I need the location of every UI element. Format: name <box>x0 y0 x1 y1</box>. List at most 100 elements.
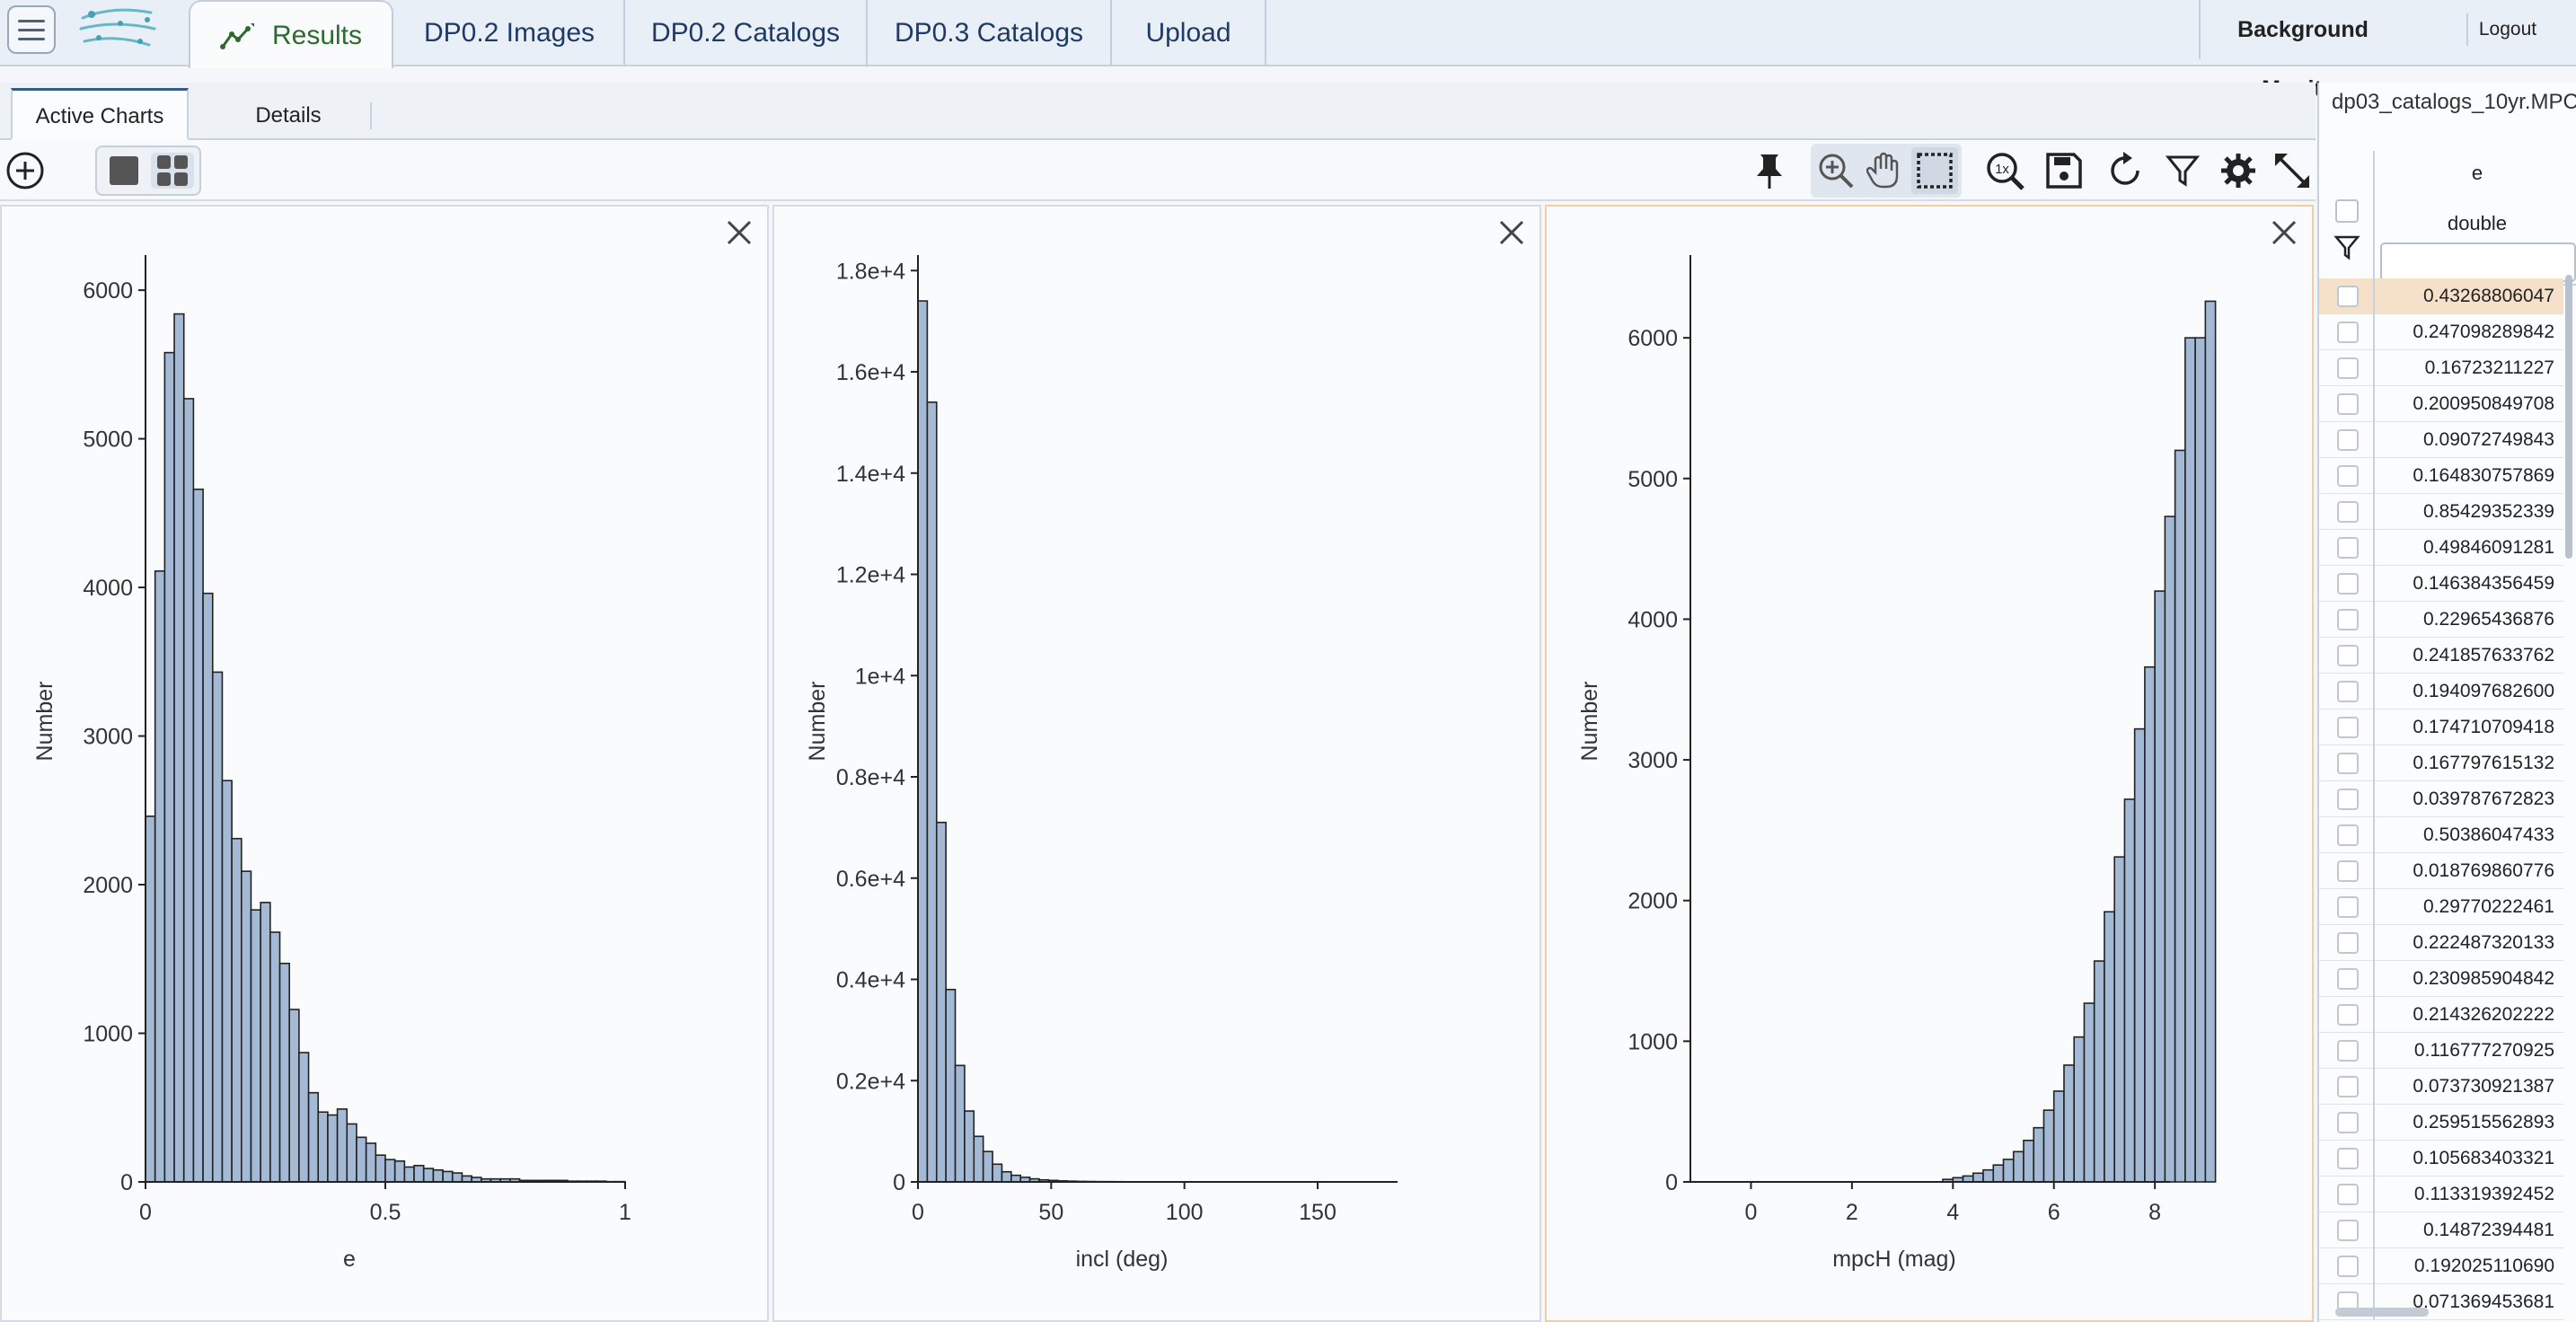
histogram-bar[interactable] <box>288 1009 300 1183</box>
row-checkbox[interactable] <box>2337 896 2359 918</box>
row-checkbox[interactable] <box>2337 322 2359 343</box>
table-cell[interactable]: 0.85429352339 <box>2373 494 2563 530</box>
histogram-bar[interactable] <box>992 1163 1003 1183</box>
table-cell[interactable]: 0.113319392452 <box>2373 1177 2563 1212</box>
row-checkbox[interactable] <box>2337 1256 2359 1277</box>
histogram-bar[interactable] <box>935 821 947 1183</box>
histogram-bar[interactable] <box>307 1091 320 1183</box>
table-cell[interactable]: 0.200950849708 <box>2373 386 2563 422</box>
histogram-bar[interactable] <box>2174 449 2186 1183</box>
histogram-bar[interactable] <box>2012 1150 2025 1183</box>
add-chart-button[interactable] <box>2 147 49 194</box>
histogram-bar[interactable] <box>1992 1164 2005 1183</box>
table-cell[interactable]: 0.09072749843 <box>2373 422 2563 458</box>
vertical-scrollbar[interactable] <box>2565 275 2572 559</box>
histogram-bar[interactable] <box>2002 1159 2015 1183</box>
histogram-bar[interactable] <box>375 1154 386 1183</box>
table-row[interactable]: 0.16723211227 <box>2319 350 2563 386</box>
row-checkbox[interactable] <box>2337 357 2359 379</box>
histogram-bar[interactable] <box>317 1111 329 1183</box>
histogram-mpch[interactable]: 0 1000 2000 3000 4000 5000 6000 0 2 4 6 8 mpcH (mag)… <box>1547 207 2312 1320</box>
histogram-bar[interactable] <box>192 489 204 1183</box>
histogram-bar[interactable] <box>917 300 929 1183</box>
histogram-bar[interactable] <box>250 909 261 1183</box>
table-row[interactable]: 0.09072749843 <box>2319 422 2563 458</box>
tab-dp03-catalogs[interactable]: DP0.3 Catalogs <box>868 0 1112 66</box>
row-checkbox[interactable] <box>2337 286 2359 307</box>
table-cell[interactable]: 0.164830757869 <box>2373 458 2563 494</box>
row-checkbox[interactable] <box>2337 824 2359 846</box>
chart-panel-incl[interactable]: 0 0.2e+4 0.4e+4 0.6e+4 0.8e+4 1e+4 1.2e+4 1.4e+… <box>772 205 1541 1322</box>
table-row[interactable]: 0.247098289842 <box>2319 314 2563 350</box>
histogram-bar[interactable] <box>2204 300 2217 1183</box>
reset-zoom-button[interactable]: 1x <box>1981 147 2028 194</box>
table-cell[interactable]: 0.43268806047 <box>2373 278 2563 314</box>
histogram-bar[interactable] <box>384 1159 396 1183</box>
tab-active-charts[interactable]: Active Charts <box>11 88 189 140</box>
histogram-bar[interactable] <box>2104 911 2115 1183</box>
row-checkbox[interactable] <box>2337 501 2359 523</box>
histogram-bar[interactable] <box>2033 1126 2045 1183</box>
table-cell[interactable]: 0.116777270925 <box>2373 1033 2563 1069</box>
table-row[interactable]: 0.22965436876 <box>2319 602 2563 638</box>
table-cell[interactable]: 0.105683403321 <box>2373 1141 2563 1177</box>
histogram-bar[interactable] <box>269 931 281 1183</box>
row-checkbox[interactable] <box>2337 1076 2359 1097</box>
histogram-bar[interactable] <box>145 815 156 1183</box>
histogram-bar[interactable] <box>2073 1036 2086 1183</box>
row-checkbox[interactable] <box>2337 717 2359 738</box>
row-checkbox[interactable] <box>2337 1040 2359 1062</box>
tab-dp02-catalogs[interactable]: DP0.2 Catalogs <box>625 0 868 66</box>
histogram-bar[interactable] <box>1972 1172 1984 1183</box>
table-cell[interactable]: 0.174710709418 <box>2373 709 2563 745</box>
histogram-bar[interactable] <box>403 1166 415 1183</box>
row-checkbox[interactable] <box>2337 789 2359 810</box>
tab-details[interactable]: Details <box>207 102 372 129</box>
histogram-bar[interactable] <box>260 902 271 1183</box>
row-checkbox[interactable] <box>2337 429 2359 451</box>
row-checkbox[interactable] <box>2337 645 2359 666</box>
histogram-bar[interactable] <box>432 1168 444 1183</box>
histogram-bar[interactable] <box>173 313 185 1183</box>
table-cell[interactable]: 0.259515562893 <box>2373 1105 2563 1141</box>
histogram-bar[interactable] <box>964 1110 975 1183</box>
histogram-bar[interactable] <box>1010 1174 1022 1183</box>
row-checkbox[interactable] <box>2337 1220 2359 1241</box>
table-cell[interactable]: 0.146384356459 <box>2373 566 2563 602</box>
horizontal-scrollbar[interactable] <box>2335 1308 2429 1317</box>
table-cell[interactable]: 0.018769860776 <box>2373 853 2563 889</box>
histogram-bar[interactable] <box>356 1136 367 1183</box>
row-checkbox[interactable] <box>2337 968 2359 990</box>
table-row[interactable]: 0.194097682600 <box>2319 674 2563 709</box>
table-cell[interactable]: 0.49846091281 <box>2373 530 2563 566</box>
column-filter-input[interactable] <box>2380 242 2576 282</box>
histogram-bar[interactable] <box>2113 856 2126 1183</box>
table-row[interactable]: 0.116777270925 <box>2319 1033 2563 1069</box>
table-cell[interactable]: 0.039787672823 <box>2373 781 2563 817</box>
filter-icon[interactable] <box>2333 234 2360 260</box>
single-view-button[interactable] <box>102 153 146 189</box>
histogram-bar[interactable] <box>2144 665 2156 1183</box>
table-row[interactable]: 0.29770222461 <box>2319 889 2563 925</box>
table-cell[interactable]: 0.073730921387 <box>2373 1069 2563 1105</box>
table-row[interactable]: 0.50386047433 <box>2319 817 2563 853</box>
histogram-bar[interactable] <box>2154 590 2166 1183</box>
select-all-checkbox[interactable] <box>2335 199 2359 223</box>
table-row[interactable]: 0.214326202222 <box>2319 997 2563 1033</box>
histogram-bar[interactable] <box>442 1170 454 1183</box>
chart-panel-e[interactable]: 0 1000 2000 3000 4000 5000 6000 0 0.5 1 e Number <box>0 205 769 1322</box>
pan-button[interactable] <box>1861 147 1908 194</box>
histogram-bar[interactable] <box>945 988 957 1183</box>
table-cell[interactable]: 0.29770222461 <box>2373 889 2563 925</box>
histogram-bar[interactable] <box>393 1160 406 1183</box>
histogram-bar[interactable] <box>2194 337 2207 1183</box>
table-row[interactable]: 0.105683403321 <box>2319 1141 2563 1177</box>
table-cell[interactable]: 0.14872394481 <box>2373 1212 2563 1248</box>
table-row[interactable]: 0.174710709418 <box>2319 709 2563 745</box>
tab-dp02-images[interactable]: DP0.2 Images <box>395 0 625 66</box>
logout-button[interactable]: Logout <box>2466 13 2547 46</box>
histogram-bar[interactable] <box>982 1150 993 1183</box>
table-cell[interactable]: 0.167797615132 <box>2373 745 2563 781</box>
row-checkbox[interactable] <box>2337 1112 2359 1133</box>
histogram-bar[interactable] <box>2133 727 2146 1183</box>
